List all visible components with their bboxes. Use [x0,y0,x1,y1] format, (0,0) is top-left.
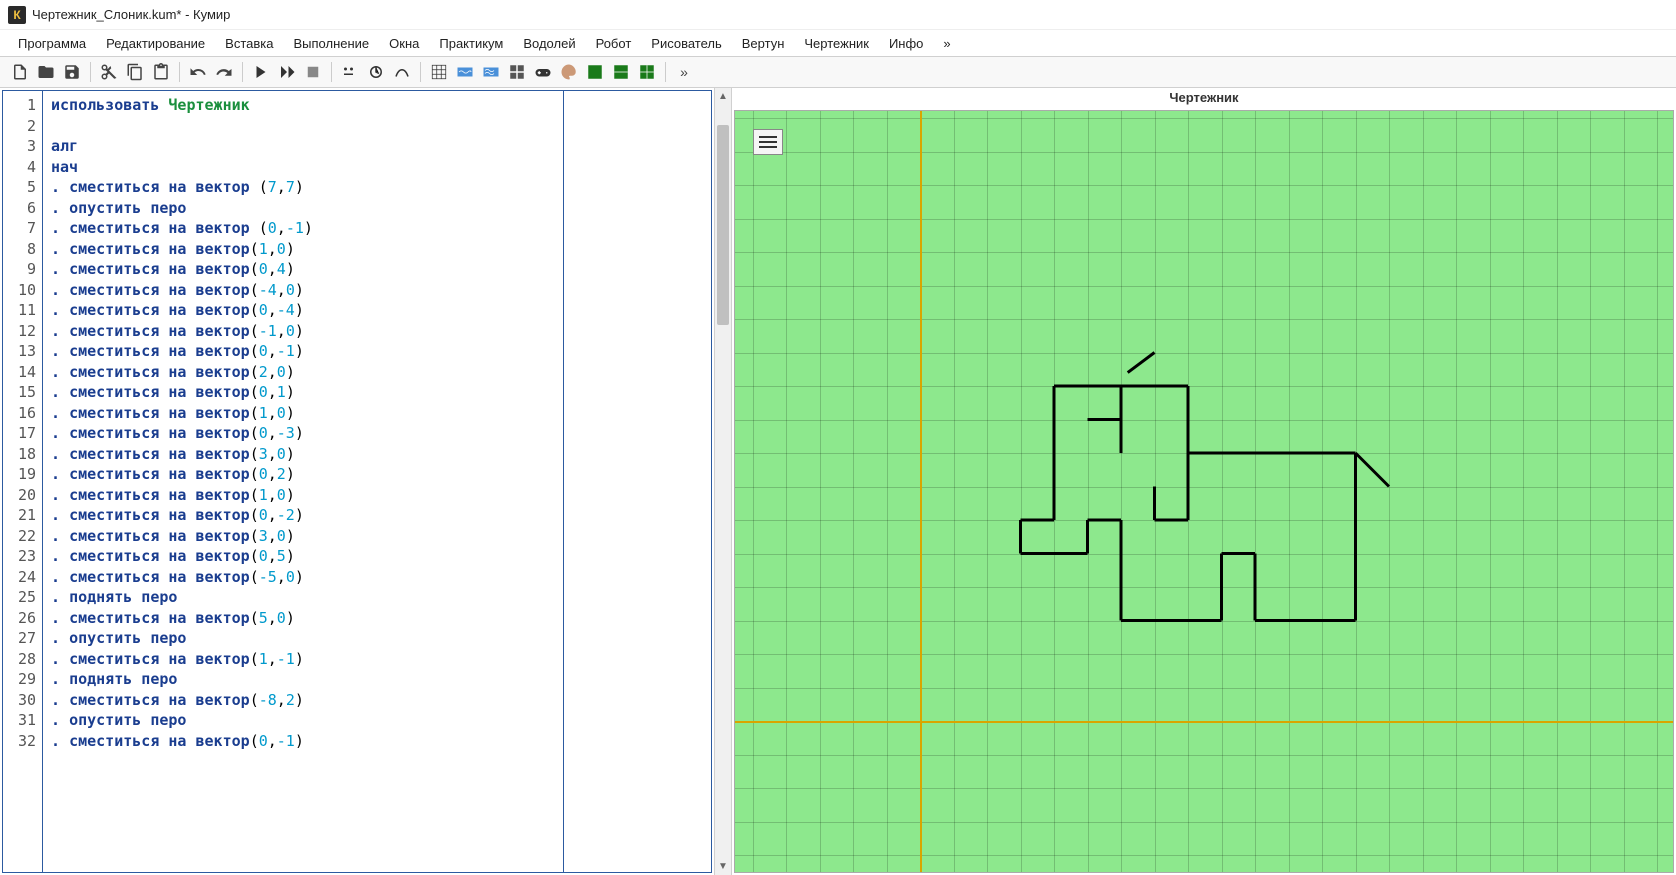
run-button[interactable] [249,60,273,84]
menu-редактирование[interactable]: Редактирование [98,32,213,55]
canvas-menu-button[interactable] [753,129,783,155]
code-line[interactable]: . сместиться на вектор(1,-1) [51,649,703,670]
code-line[interactable]: . сместиться на вектор(0,5) [51,546,703,567]
separator [242,62,243,82]
window-title: Чертежник_Слоник.kum* - Кумир [32,7,230,22]
menu-окна[interactable]: Окна [381,32,427,55]
separator [420,62,421,82]
code-line[interactable]: . поднять перо [51,587,703,608]
code-line[interactable]: . сместиться на вектор(1,0) [51,485,703,506]
separator [90,62,91,82]
code-line[interactable]: . сместиться на вектор(1,0) [51,239,703,260]
drawing-title: Чертежник [732,88,1676,108]
main-area: 1234567891011121314151617181920212223242… [0,88,1676,875]
menu-робот[interactable]: Робот [588,32,640,55]
green3-button[interactable] [635,60,659,84]
toolbar: » [0,56,1676,88]
code-line[interactable]: . сместиться на вектор(0,-4) [51,300,703,321]
menu-выполнение[interactable]: Выполнение [285,32,377,55]
editor-scrollbar[interactable]: ▲ ▼ [714,88,731,875]
code-line[interactable]: . сместиться на вектор(-5,0) [51,567,703,588]
code-line[interactable]: . сместиться на вектор(0,-2) [51,505,703,526]
menu-вставка[interactable]: Вставка [217,32,281,55]
code-line[interactable]: . сместиться на вектор(3,0) [51,526,703,547]
paint-button[interactable] [557,60,581,84]
scroll-down-arrow[interactable]: ▼ [715,858,731,875]
menu-программа[interactable]: Программа [10,32,94,55]
separator [331,62,332,82]
code-line[interactable]: . сместиться на вектор(5,0) [51,608,703,629]
menu-рисователь[interactable]: Рисователь [643,32,729,55]
titlebar: К Чертежник_Слоник.kum* - Кумир [0,0,1676,30]
save-button[interactable] [60,60,84,84]
code-line[interactable]: . сместиться на вектор(0,-3) [51,423,703,444]
tool-1-button[interactable] [338,60,362,84]
menu-инфо[interactable]: Инфо [881,32,931,55]
tool-2-button[interactable] [364,60,388,84]
menu-практикум[interactable]: Практикум [431,32,511,55]
code-line[interactable]: . сместиться на вектор (7,7) [51,177,703,198]
redo-button[interactable] [212,60,236,84]
code-line[interactable]: использовать Чертежник [51,95,703,116]
code-line[interactable]: . опустить перо [51,710,703,731]
toolbar-more-button[interactable]: » [672,60,696,84]
menu-»[interactable]: » [935,32,958,55]
code-line[interactable]: . сместиться на вектор(0,2) [51,464,703,485]
app-icon: К [8,6,26,24]
step-button[interactable] [275,60,299,84]
code-line[interactable]: . опустить перо [51,628,703,649]
code-line[interactable] [51,116,703,137]
menu-чертежник[interactable]: Чертежник [796,32,877,55]
separator [179,62,180,82]
code-line[interactable]: . сместиться на вектор(0,1) [51,382,703,403]
stop-button[interactable] [301,60,325,84]
code-line[interactable]: . сместиться на вектор(0,4) [51,259,703,280]
green1-button[interactable] [583,60,607,84]
code-line[interactable]: . сместиться на вектор (0,-1) [51,218,703,239]
grid-button[interactable] [427,60,451,84]
code-line[interactable]: . сместиться на вектор(0,-1) [51,341,703,362]
game-button[interactable] [531,60,555,84]
cut-button[interactable] [97,60,121,84]
green2-button[interactable] [609,60,633,84]
code-line[interactable]: . сместиться на вектор(-8,2) [51,690,703,711]
code-line[interactable]: . сместиться на вектор(-1,0) [51,321,703,342]
menu-вертун[interactable]: Вертун [734,32,793,55]
open-file-button[interactable] [34,60,58,84]
water2-button[interactable] [479,60,503,84]
code-line[interactable]: . сместиться на вектор(2,0) [51,362,703,383]
line-gutter: 1234567891011121314151617181920212223242… [3,91,43,872]
drawing-pane: Чертежник [731,88,1676,875]
scroll-up-arrow[interactable]: ▲ [715,88,731,105]
canvas[interactable] [734,110,1674,873]
new-file-button[interactable] [8,60,32,84]
code-line[interactable]: . сместиться на вектор(1,0) [51,403,703,424]
scroll-thumb[interactable] [717,125,729,325]
menubar: ПрограммаРедактированиеВставкаВыполнение… [0,30,1676,56]
code-line[interactable]: . опустить перо [51,198,703,219]
separator [665,62,666,82]
editor-pane: 1234567891011121314151617181920212223242… [2,90,712,873]
code-line[interactable]: алг [51,136,703,157]
copy-button[interactable] [123,60,147,84]
drawing-output [735,111,1674,871]
water-button[interactable] [453,60,477,84]
undo-button[interactable] [186,60,210,84]
code-line[interactable]: . сместиться на вектор(0,-1) [51,731,703,752]
code-line[interactable]: . сместиться на вектор(-4,0) [51,280,703,301]
tool-3-button[interactable] [390,60,414,84]
paste-button[interactable] [149,60,173,84]
code-line[interactable]: . сместиться на вектор(3,0) [51,444,703,465]
code-line[interactable]: . поднять перо [51,669,703,690]
code-line[interactable]: нач [51,157,703,178]
grid2-button[interactable] [505,60,529,84]
code-editor[interactable]: использовать Чертежник алгнач. сместитьс… [43,91,711,872]
menu-водолей[interactable]: Водолей [515,32,583,55]
